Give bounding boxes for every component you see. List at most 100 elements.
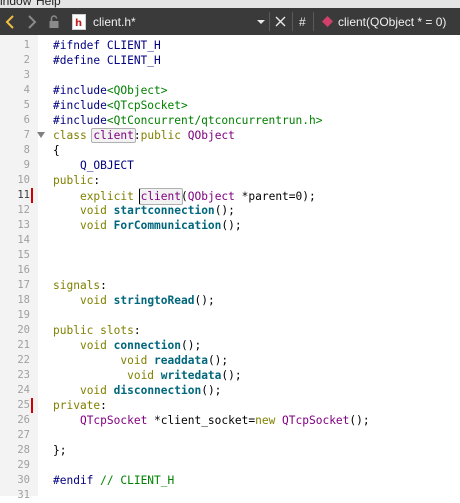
code-token: <QTcpSocket> — [106, 99, 188, 112]
code-token: : — [100, 399, 107, 412]
code-editor[interactable]: 1 #ifndef CLIENT_H 2 #define CLIENT_H 3 4 #inc… — [0, 35, 460, 501]
code-token: Q_OBJECT — [79, 159, 134, 172]
hash-label: # — [299, 14, 306, 29]
code-line[interactable]: 11 explicit client(QObject *parent=0); — [0, 188, 460, 205]
line-number: 14 — [17, 234, 30, 246]
back-arrow-icon[interactable] — [4, 8, 16, 35]
current-symbol[interactable]: client(QObject * = 0) — [338, 8, 446, 35]
code-line[interactable]: 12 void startconnection(); — [0, 203, 460, 218]
code-line[interactable]: 26 QTcpSocket *client_socket=new QTcpSoc… — [0, 413, 460, 428]
code-token: connection — [113, 339, 181, 352]
code-token: #include — [53, 114, 107, 127]
menu-window[interactable]: indow — [0, 0, 31, 8]
code-token: void — [79, 204, 114, 217]
svg-text:h: h — [75, 18, 82, 29]
code-text: void stringtoRead(); — [53, 293, 215, 308]
code-token: (); — [221, 219, 242, 232]
code-line[interactable]: 14 — [0, 233, 460, 248]
code-token: signals — [53, 279, 101, 292]
code-line[interactable]: 18 void stringtoRead(); — [0, 293, 460, 308]
code-token: startconnection — [113, 204, 215, 217]
code-line[interactable]: 8{ — [0, 143, 460, 158]
lock-icon[interactable] — [48, 8, 60, 35]
code-line[interactable]: 1 #ifndef CLIENT_H — [0, 38, 460, 53]
code-text: { — [53, 143, 60, 158]
line-number: 6 — [23, 114, 30, 126]
code-line[interactable]: 13 void ForCommunication(); — [0, 218, 460, 233]
code-line[interactable]: 17 signals: — [0, 278, 460, 293]
code-line[interactable]: 19 — [0, 308, 460, 323]
fold-arrow-icon[interactable] — [37, 132, 45, 138]
symbol-icon — [321, 8, 334, 35]
code-line[interactable]: 27 — [0, 428, 460, 443]
code-token: #endif — [53, 474, 101, 487]
code-token: public — [140, 129, 188, 142]
close-icon[interactable] — [275, 8, 286, 35]
line-number: 22 — [17, 354, 30, 366]
code-token: writedata — [160, 369, 222, 382]
file-name[interactable]: client.h* — [93, 8, 136, 35]
code-line[interactable]: 22 void readdata(); — [0, 353, 460, 368]
code-token: : — [93, 174, 101, 187]
code-text: #include<QTcpSocket> — [53, 98, 188, 113]
code-text: QTcpSocket *client_socket=new QTcpSocket… — [53, 413, 370, 428]
menu-bar: indow Help — [0, 0, 460, 8]
forward-arrow-icon[interactable] — [26, 8, 38, 35]
code-line[interactable]: 15 — [0, 248, 460, 263]
code-line[interactable]: 2 #define CLIENT_H — [0, 53, 460, 68]
code-token: QObject — [187, 129, 235, 142]
code-line[interactable]: 21 void connection(); — [0, 338, 460, 353]
code-text: void connection(); — [53, 338, 201, 353]
line-number: 12 — [17, 204, 30, 216]
dropdown-icon[interactable] — [256, 8, 266, 35]
code-token: ( — [181, 190, 188, 203]
code-token: <QtConcurrent/qtconcurrentrun.h> — [106, 114, 323, 127]
code-line[interactable]: 29 — [0, 458, 460, 473]
code-line[interactable]: 16 — [0, 263, 460, 278]
code-token: ForCommunication — [113, 219, 222, 232]
code-line[interactable]: 24 void disconnection(); — [0, 383, 460, 398]
code-token: #define CLIENT_H — [53, 54, 161, 67]
code-line[interactable]: 6 #include<QtConcurrent/qtconcurrentrun.h… — [0, 113, 460, 128]
code-token: (); — [181, 339, 202, 352]
file-h-icon: h — [72, 8, 86, 35]
line-number: 23 — [17, 369, 30, 381]
code-token: public slots — [53, 324, 134, 337]
code-token: void — [79, 294, 114, 307]
code-token: client — [91, 128, 136, 143]
code-line[interactable]: 20 public slots: — [0, 323, 460, 338]
code-text: }; — [53, 443, 66, 458]
code-token: #include — [53, 99, 107, 112]
code-line[interactable]: 9 Q_OBJECT — [0, 158, 460, 173]
code-token: }; — [53, 444, 67, 457]
code-token: void — [79, 339, 114, 352]
code-line[interactable]: 4 #include<QObject> — [0, 83, 460, 98]
code-line[interactable]: 5 #include<QTcpSocket> — [0, 98, 460, 113]
line-number: 27 — [17, 429, 30, 441]
code-line[interactable]: 3 — [0, 68, 460, 83]
code-text: void startconnection(); — [53, 203, 235, 218]
code-token: disconnection — [113, 384, 202, 397]
code-text: void writedata(); — [53, 368, 242, 383]
code-line[interactable]: 28}; — [0, 443, 460, 458]
line-number: 15 — [17, 249, 30, 261]
code-line[interactable]: 30 #endif // CLIENT_H — [0, 473, 460, 488]
code-line[interactable]: 25 private: — [0, 398, 460, 413]
code-line[interactable]: 23 void writedata(); — [0, 368, 460, 383]
code-line[interactable]: 7 class client:public QObject — [0, 128, 460, 143]
modified-marker — [31, 398, 33, 413]
line-number: 25 — [17, 399, 30, 411]
code-line[interactable]: 10 public: — [0, 173, 460, 188]
code-token: : — [133, 324, 141, 337]
line-number: 4 — [23, 84, 30, 96]
menu-help[interactable]: Help — [36, 0, 61, 8]
code-text: #ifndef CLIENT_H — [53, 38, 161, 53]
line-number: 19 — [17, 309, 30, 321]
